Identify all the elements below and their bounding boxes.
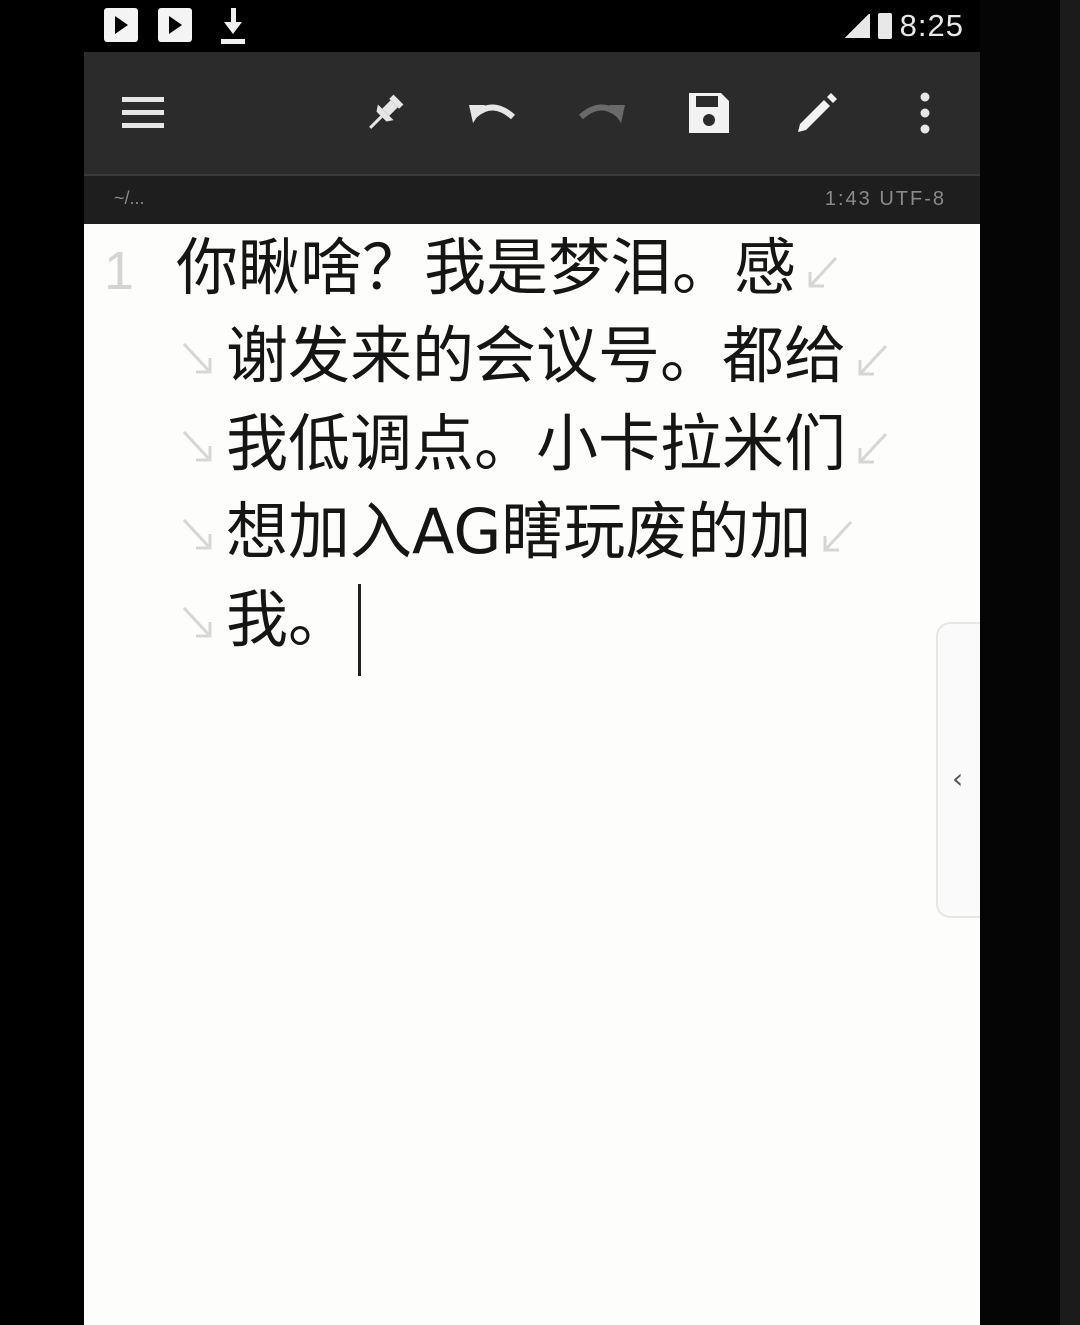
menu-button[interactable]: [112, 82, 174, 144]
right-bezel: [1060, 0, 1080, 1325]
wrapped-line-1: 你瞅啥？我是梦泪。感: [176, 224, 842, 312]
download-icon: [221, 8, 245, 44]
save-button[interactable]: [678, 82, 740, 144]
editor-toolbar: [84, 52, 980, 174]
battery-icon: [877, 13, 892, 39]
wrapped-line-2: 谢发来的会议号。都给: [226, 312, 892, 400]
more-vert-icon: [920, 92, 930, 134]
signal-icon: [843, 14, 870, 38]
undo-icon: [469, 104, 516, 123]
menu-icon: [122, 97, 164, 128]
text-editor-area[interactable]: 1 你瞅啥？我是梦泪。感 谢发来的会议号。都给 我低调点。小卡拉米们 想加入AG…: [84, 224, 980, 1325]
line-text: 你瞅啥？我是梦泪。感: [176, 231, 797, 304]
line-number: 1: [104, 241, 135, 301]
status-right: 8:25: [843, 6, 964, 46]
left-bezel: [0, 0, 84, 1325]
play-store-icon: [158, 8, 192, 42]
wrap-arrow-icon: [182, 606, 212, 638]
pencil-icon: [798, 93, 837, 132]
more-options-button[interactable]: [894, 82, 956, 144]
pin-icon: [369, 94, 404, 129]
line-text: 想加入AG瞎玩废的加: [226, 495, 812, 568]
redo-button[interactable]: [570, 82, 632, 144]
wrap-arrow-icon: [858, 432, 888, 464]
wrap-arrow-icon: [182, 342, 212, 374]
text-cursor: [358, 584, 361, 676]
wrapped-line-5: 我。: [226, 576, 350, 664]
line-text: 我低调点。小卡拉米们: [226, 407, 847, 480]
wrapped-line-3: 我低调点。小卡拉米们: [226, 400, 892, 488]
wrap-arrow-icon: [182, 518, 212, 550]
chevron-left-icon: ‹: [952, 762, 964, 795]
line-text: 我。: [226, 583, 351, 656]
file-info-bar: ~/... 1:43 UTF-8: [84, 174, 980, 224]
wrapped-line-4: 想加入AG瞎玩废的加: [226, 488, 857, 576]
wrap-arrow-icon: [858, 344, 888, 376]
phone-frame: 8:25 ~/... 1:43 UTF-8 1 你瞅啥？我是梦泪。感 谢发来的会…: [0, 0, 1080, 1325]
save-icon: [689, 93, 729, 133]
wrap-arrow-icon: [182, 430, 212, 462]
pin-button[interactable]: [354, 82, 416, 144]
undo-button[interactable]: [462, 82, 524, 144]
status-bar: 8:25: [84, 0, 980, 52]
play-store-icon: [104, 8, 138, 42]
edit-button[interactable]: [786, 82, 848, 144]
status-time: 8:25: [899, 8, 964, 43]
wrap-arrow-icon: [808, 256, 838, 288]
side-panel-handle[interactable]: ‹: [936, 622, 980, 918]
wrap-arrow-icon: [823, 520, 853, 552]
redo-icon: [578, 104, 625, 123]
cursor-encoding-info: 1:43 UTF-8: [824, 188, 946, 210]
line-text: 谢发来的会议号。都给: [226, 319, 847, 392]
file-path: ~/...: [114, 188, 145, 208]
